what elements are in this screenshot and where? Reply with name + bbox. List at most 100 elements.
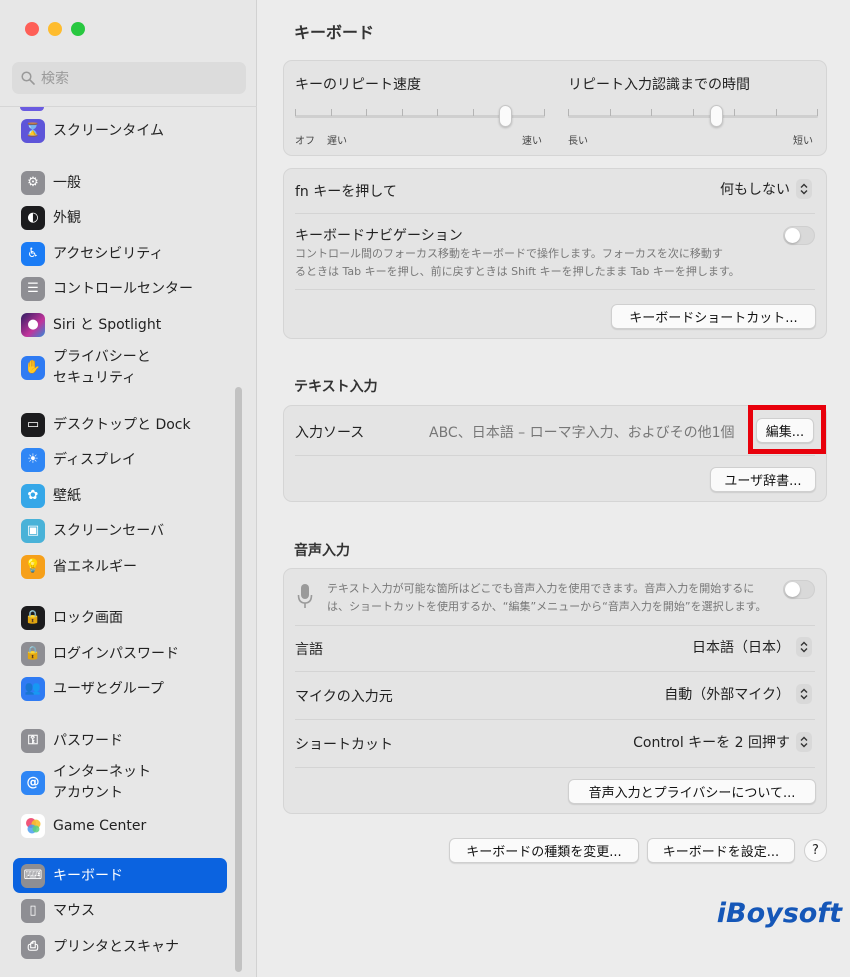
sidebar-item-screen-time[interactable]: ⌛ スクリーンタイム xyxy=(13,119,227,143)
slider-tick xyxy=(295,109,296,116)
sidebar-item-accessibility[interactable]: ♿ アクセシビリティ xyxy=(13,242,227,266)
slider-tick xyxy=(437,109,438,116)
microphone-icon xyxy=(297,584,313,608)
sidebar-item-label: アクセシビリティ xyxy=(53,246,164,262)
input-source-label: 入力ソース xyxy=(295,425,365,441)
repeat-rate-slider[interactable] xyxy=(295,103,545,127)
sidebar-item-label: ロック画面 xyxy=(53,610,123,626)
divider xyxy=(295,671,815,672)
window-controls xyxy=(25,22,85,36)
input-source-value: ABC、日本語 – ローマ字入力、およびその他1個 xyxy=(429,425,735,441)
sidebar-item-control-center[interactable]: ☰ コントロールセンター xyxy=(13,277,227,301)
sidebar-item-lock-screen[interactable]: 🔒 ロック画面 xyxy=(13,606,227,630)
sidebar-item-label: Game Center xyxy=(53,818,147,834)
language-label: 言語 xyxy=(295,642,323,658)
repeat-rate-max-label: 速い xyxy=(522,136,542,147)
divider xyxy=(295,289,815,290)
repeat-delay-min-label: 長い xyxy=(568,136,588,147)
divider xyxy=(295,213,815,214)
sidebar-item-energy-saver[interactable]: 💡 省エネルギー xyxy=(13,555,227,579)
text-input-card: 入力ソース ABC、日本語 – ローマ字入力、およびその他1個 編集... ユー… xyxy=(283,405,827,502)
lock-outline-icon: 🔒 xyxy=(21,642,45,666)
dictation-toggle[interactable] xyxy=(783,580,815,599)
slider-tick xyxy=(331,109,332,116)
watermark-logo: iBoysoft xyxy=(716,898,842,929)
sidebar-item-keyboard[interactable]: ⌨ キーボード xyxy=(13,858,227,893)
users-icon: 👥 xyxy=(21,677,45,701)
divider xyxy=(295,767,815,768)
sidebar-item-privacy-security[interactable]: ✋ プライバシーと セキュリティ xyxy=(13,345,227,391)
keyboard-shortcuts-button[interactable]: キーボードショートカット... xyxy=(611,304,816,329)
dictation-section-title: 音声入力 xyxy=(294,543,350,559)
sidebar-item-passwords[interactable]: ⚿ パスワード xyxy=(13,729,227,753)
sidebar-scrollbar[interactable] xyxy=(235,387,242,972)
key-icon: ⚿ xyxy=(21,729,45,753)
zoom-window-button[interactable] xyxy=(71,22,85,36)
sidebar-item-label: ログインパスワード xyxy=(53,646,179,662)
sidebar-item-label: 壁紙 xyxy=(53,488,81,504)
main-pane: キーボード キーのリピート速度 リピート入力認識までの時間 オフ 遅い 速い 長… xyxy=(258,0,850,977)
change-keyboard-type-button[interactable]: キーボードの種類を変更... xyxy=(449,838,639,863)
sidebar-item-label-group: インターネット アカウント xyxy=(53,762,151,804)
fn-key-label: fn キーを押して xyxy=(295,184,397,200)
repeat-delay-slider[interactable] xyxy=(568,103,818,127)
sidebar-item-login-password[interactable]: 🔒 ログインパスワード xyxy=(13,642,227,666)
sidebar-item-users-groups[interactable]: 👥 ユーザとグループ xyxy=(13,677,227,701)
fn-key-value: 何もしない xyxy=(720,182,790,198)
sidebar-item-displays[interactable]: ☀ ディスプレイ xyxy=(13,448,227,472)
search-input[interactable]: 検索 xyxy=(12,62,246,94)
slider-tick xyxy=(473,109,474,116)
printer-icon: ⎙ xyxy=(21,935,45,959)
sidebar-item-game-center[interactable]: Game Center xyxy=(13,814,227,838)
minimize-window-button[interactable] xyxy=(48,22,62,36)
slider-tick xyxy=(734,109,735,116)
text-input-section-title: テキスト入力 xyxy=(294,379,378,395)
search-placeholder: 検索 xyxy=(41,71,69,87)
highlight-box xyxy=(748,405,826,454)
sidebar-item-label: プリンタとスキャナ xyxy=(53,939,179,955)
sidebar-item-label: 一般 xyxy=(53,175,81,191)
search-icon xyxy=(21,71,35,85)
at-icon: @ xyxy=(21,771,45,795)
updown-chevron-icon xyxy=(796,179,812,199)
description-line: は、ショートカットを使用するか、“編集”メニューから“音声入力を開始”を選択しま… xyxy=(327,600,767,613)
sidebar-item-label-group: プライバシーと セキュリティ xyxy=(53,347,151,389)
fn-key-popup[interactable]: 何もしない xyxy=(720,179,812,199)
help-button[interactable]: ? xyxy=(804,839,827,862)
mic-source-popup[interactable]: 自動（外部マイク） xyxy=(664,684,812,704)
page-title: キーボード xyxy=(294,23,375,42)
slider-tick xyxy=(610,109,611,116)
shortcut-label: ショートカット xyxy=(295,737,393,753)
sidebar-item-mouse[interactable]: ▯ マウス xyxy=(13,899,227,923)
hand-icon: ✋ xyxy=(21,356,45,380)
mouse-icon: ▯ xyxy=(21,899,45,923)
sidebar-item-label-line2: アカウント xyxy=(53,785,123,801)
setup-keyboard-button[interactable]: キーボードを設定... xyxy=(647,838,795,863)
lock-icon: 🔒 xyxy=(21,606,45,630)
keyboard-navigation-toggle[interactable] xyxy=(783,226,815,245)
updown-chevron-icon xyxy=(796,684,812,704)
sidebar-item-screensaver[interactable]: ▣ スクリーンセーバ xyxy=(13,519,227,543)
dictation-privacy-button[interactable]: 音声入力とプライバシーについて... xyxy=(568,779,816,804)
control-center-icon: ☰ xyxy=(21,277,45,301)
sidebar-item-wallpaper[interactable]: ✿ 壁紙 xyxy=(13,484,227,508)
sidebar-item-siri-spotlight[interactable]: ● Siri と Spotlight xyxy=(13,313,227,337)
sidebar-item-printers-scanners[interactable]: ⎙ プリンタとスキャナ xyxy=(13,935,227,959)
user-dictionary-button[interactable]: ユーザ辞書... xyxy=(710,467,816,492)
close-window-button[interactable] xyxy=(25,22,39,36)
slider-thumb[interactable] xyxy=(710,105,723,127)
sidebar-item-general[interactable]: ⚙ 一般 xyxy=(13,171,227,195)
language-popup[interactable]: 日本語（日本） xyxy=(692,637,812,657)
sidebar-item-label: ユーザとグループ xyxy=(53,681,164,697)
sidebar-item-label: パスワード xyxy=(53,733,123,749)
sidebar-item-appearance[interactable]: ◐ 外観 xyxy=(13,206,227,230)
divider xyxy=(295,719,815,720)
hourglass-icon: ⌛ xyxy=(21,119,45,143)
sidebar-item-desktop-dock[interactable]: ▭ デスクトップと Dock xyxy=(13,413,227,437)
slider-thumb[interactable] xyxy=(499,105,512,127)
sun-icon: ☀ xyxy=(21,448,45,472)
updown-chevron-icon xyxy=(796,732,812,752)
sidebar-item-label: 省エネルギー xyxy=(53,559,137,575)
sidebar-item-internet-accounts[interactable]: @ インターネット アカウント xyxy=(13,760,227,806)
shortcut-popup[interactable]: Control キーを 2 回押す xyxy=(633,732,812,752)
